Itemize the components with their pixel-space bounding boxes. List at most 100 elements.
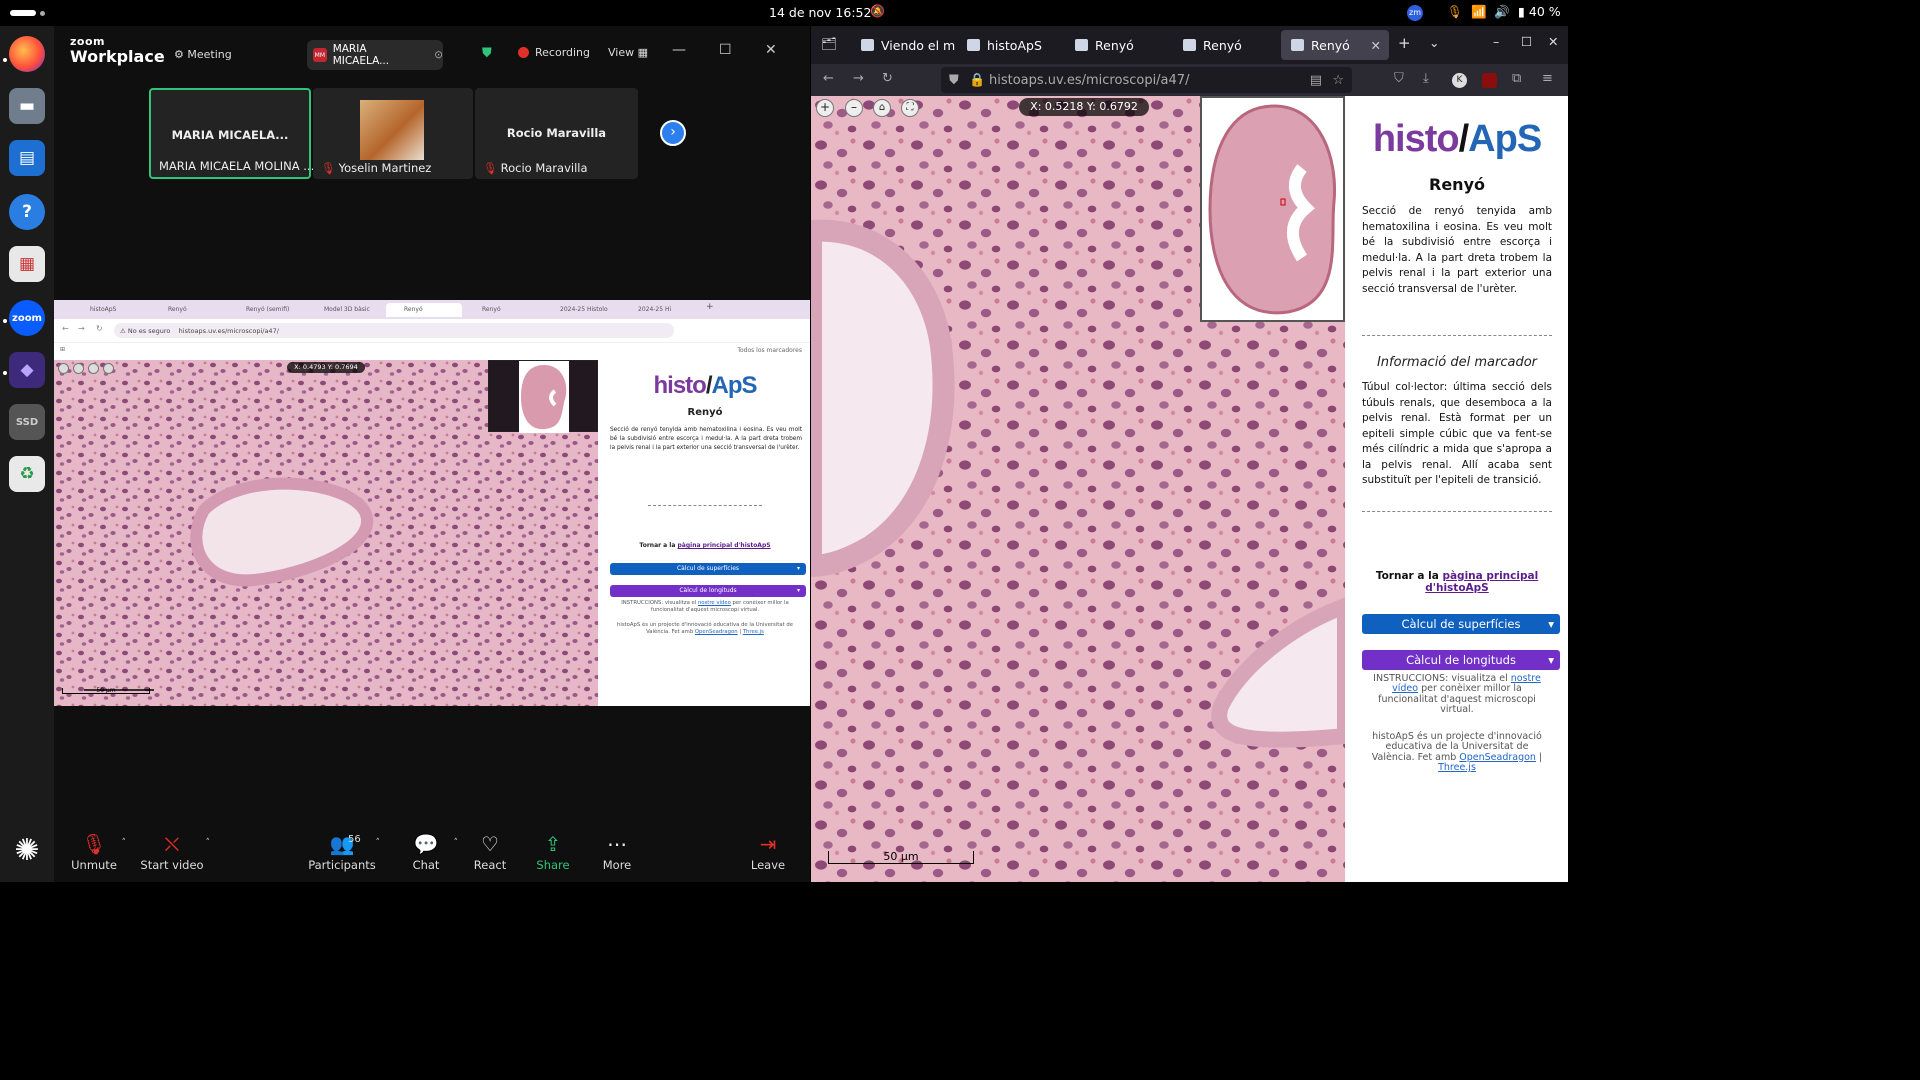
tab[interactable]: histoApS <box>957 30 1063 60</box>
tab[interactable]: Model 3D bàsic <box>306 303 384 317</box>
url-bar[interactable]: ⛊ 🔒 histoaps.uv.es/microscopi/a47/ ▤ ☆ <box>941 67 1352 93</box>
microphone-icon[interactable]: 🎙 <box>1447 4 1463 20</box>
microscope-viewer[interactable]: + – ⌂ ⛶ X: 0.5218 Y: 0.6792 50 µm <box>811 96 1345 882</box>
shared-microscope-viewer[interactable]: X: 0.4793 Y: 0.7694 50 µm <box>54 360 598 706</box>
length-calc-button[interactable]: Càlcul de longituds ▾ <box>1362 649 1560 670</box>
unmute-button[interactable]: 🎙 Unmute ˄ <box>66 832 126 872</box>
chevron-up-icon[interactable]: ˄ <box>376 838 381 848</box>
tab-active[interactable]: Renyó <box>386 303 462 317</box>
firefox-icon[interactable] <box>9 36 45 72</box>
extensions-icon[interactable]: ⧉ <box>1512 71 1521 86</box>
fullscreen-icon[interactable]: ⛶ <box>901 99 919 117</box>
threejs-link[interactable]: Three.js <box>1438 762 1476 773</box>
chevron-up-icon[interactable]: ˄ <box>206 838 211 848</box>
minimize-icon[interactable]: — <box>672 42 686 58</box>
document-viewer-icon[interactable]: ▦ <box>9 246 45 282</box>
tab[interactable]: Viendo el m <box>851 30 955 60</box>
recording-indicator[interactable]: Recording <box>518 46 590 59</box>
encryption-shield-icon[interactable]: ⛊ <box>482 46 492 61</box>
surface-calc-button[interactable]: Càlcul de superfícies ▾ <box>1362 613 1560 634</box>
volume-icon[interactable]: 🔊 <box>1494 4 1510 20</box>
files-icon[interactable]: ▬ <box>9 88 45 124</box>
threejs-link[interactable]: Three.js <box>743 629 764 635</box>
reader-view-icon[interactable]: ▤ <box>1310 73 1322 88</box>
tab[interactable]: 2024-25 Histolo <box>542 303 618 317</box>
reload-icon[interactable]: ↻ <box>96 324 103 333</box>
close-icon[interactable]: ✕ <box>1548 34 1558 49</box>
home-icon[interactable] <box>88 363 99 374</box>
writer-icon[interactable]: ▤ <box>9 140 45 176</box>
video-link[interactable]: nostre vídeo <box>698 600 731 606</box>
openseadragon-link[interactable]: OpenSeadragon <box>695 629 738 635</box>
bookmark-star-icon[interactable]: ☆ <box>1332 73 1344 88</box>
home-link[interactable]: pàgina principal d'histoApS <box>1425 570 1538 594</box>
zoom-app-icon[interactable]: zoom <box>9 300 45 336</box>
zoom-out-icon[interactable]: – <box>845 99 863 117</box>
activities-indicator[interactable] <box>10 10 36 16</box>
zoom-in-icon[interactable]: + <box>816 99 834 117</box>
zoom-out-icon[interactable] <box>73 363 84 374</box>
tab[interactable]: histoApS <box>72 303 148 317</box>
tab[interactable]: Renyó <box>1173 30 1279 60</box>
participant-tile[interactable]: 🎙 Yoselin Martinez <box>313 88 473 179</box>
battery-indicator[interactable]: ▮ 40 % <box>1518 4 1561 19</box>
close-tab-icon[interactable]: ✕ <box>1371 38 1381 53</box>
all-bookmarks-label[interactable]: Todos los marcadores <box>737 347 802 354</box>
ublock-icon[interactable] <box>1482 73 1497 88</box>
length-calc-button[interactable]: Càlcul de longituds ▾ <box>610 584 806 597</box>
zoom-tray-icon[interactable]: zm <box>1407 5 1423 21</box>
close-icon[interactable]: ✕ <box>765 42 777 58</box>
participant-tile[interactable]: MARIA MICAELA... MARIA MICAELA MOLINA ..… <box>149 88 314 179</box>
account-icon[interactable]: K <box>1452 73 1467 88</box>
tab-list-icon[interactable]: 🗂 <box>821 36 837 52</box>
chevron-down-icon[interactable]: ⌄ <box>1429 35 1439 50</box>
home-link[interactable]: pàgina principal d'histoApS <box>678 542 771 549</box>
view-menu[interactable]: View ▦ <box>608 46 648 59</box>
new-tab-icon[interactable]: + <box>1398 34 1411 52</box>
obsidian-icon[interactable]: ◆ <box>9 352 45 388</box>
leave-button[interactable]: ⇥ Leave <box>740 832 796 872</box>
tab[interactable]: Renyó <box>464 303 540 317</box>
tab[interactable]: Renyó <box>150 303 226 317</box>
help-icon[interactable]: ? <box>9 194 45 230</box>
navigator-minimap[interactable] <box>488 360 598 433</box>
maximize-icon[interactable]: ☐ <box>1521 34 1532 49</box>
ssd-drive-icon[interactable]: SSD <box>9 404 45 440</box>
apps-grid-icon[interactable]: ⊞ <box>60 346 65 353</box>
participant-tile[interactable]: Rocio Maravilla 🎙 Rocio Maravilla <box>475 88 638 179</box>
tab-active[interactable]: Renyó ✕ <box>1281 30 1389 60</box>
speaker-chip[interactable]: MM MARIA MICAELA... ⊙ <box>307 40 443 70</box>
fullscreen-icon[interactable] <box>103 363 114 374</box>
forward-icon[interactable]: → <box>78 324 85 333</box>
show-apps-icon[interactable]: ✺ <box>9 832 45 868</box>
downloads-icon[interactable]: ⤓ <box>1423 71 1429 86</box>
participants-button[interactable]: 👥 56 Participants ˄ <box>308 832 380 872</box>
openseadragon-link[interactable]: OpenSeadragon <box>1459 752 1536 763</box>
react-button[interactable]: ♡ React <box>462 832 518 872</box>
tab[interactable]: Renyó (semifi) <box>228 303 304 317</box>
back-icon[interactable]: ← <box>823 71 834 86</box>
clock[interactable]: 14 de nov 16:52 <box>769 5 871 20</box>
trash-icon[interactable]: ♻ <box>9 456 45 492</box>
minimize-icon[interactable]: – <box>1493 34 1499 49</box>
tab[interactable]: Renyó <box>1065 30 1171 60</box>
next-page-icon[interactable]: › <box>660 120 686 146</box>
chevron-up-icon[interactable]: ˄ <box>454 838 459 848</box>
more-button[interactable]: ⋯ More <box>589 832 645 872</box>
chevron-up-icon[interactable]: ˄ <box>122 838 127 848</box>
pocket-icon[interactable]: ⛉ <box>1394 71 1404 86</box>
back-icon[interactable]: ← <box>62 324 69 333</box>
maximize-icon[interactable]: ☐ <box>719 42 732 58</box>
chat-button[interactable]: 💬 Chat ˄ <box>398 832 458 872</box>
navigator-minimap[interactable] <box>1200 96 1345 322</box>
wifi-icon[interactable]: 📶 <box>1471 4 1487 20</box>
home-icon[interactable]: ⌂ <box>873 99 891 117</box>
start-video-button[interactable]: ⛌ Start video ˄ <box>138 832 210 872</box>
menu-icon[interactable]: ≡ <box>1542 71 1553 86</box>
tab[interactable]: 2024-25 Hi <box>620 303 696 317</box>
forward-icon[interactable]: → <box>853 71 864 86</box>
share-button[interactable]: ⇪ Share <box>525 832 581 872</box>
zoom-in-icon[interactable] <box>58 363 69 374</box>
reload-icon[interactable]: ↻ <box>882 71 893 86</box>
url-field[interactable]: ⚠ No es seguro histoaps.uv.es/microscopi… <box>114 323 674 338</box>
